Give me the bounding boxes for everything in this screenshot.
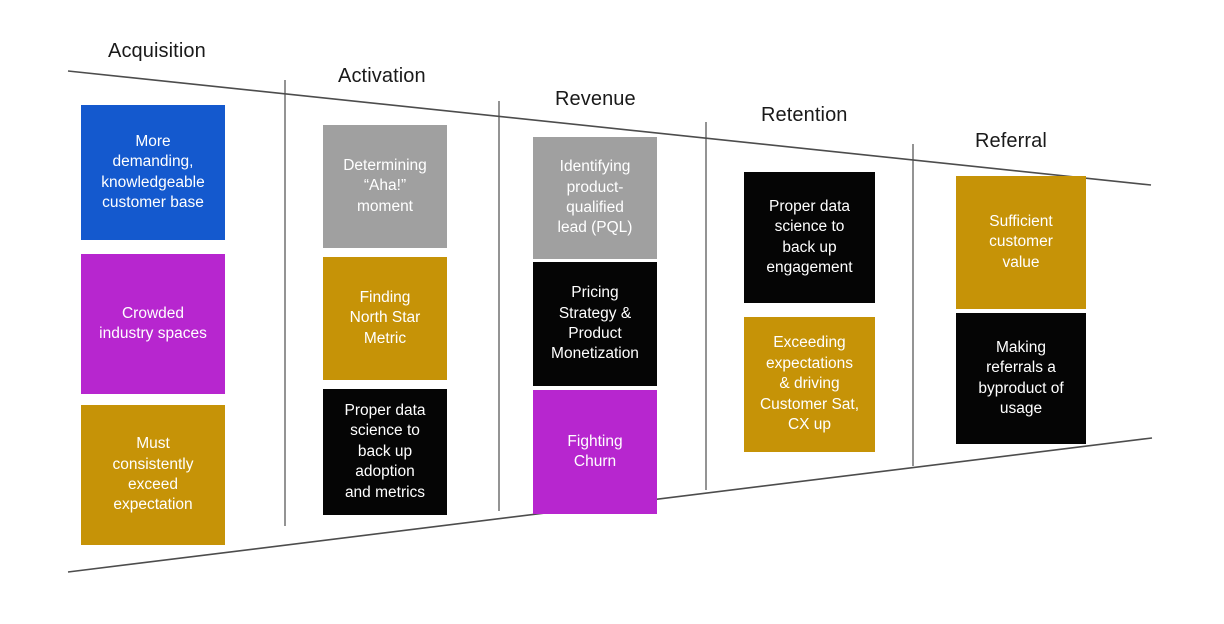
- card-must-consistently-exceed-expectation: Must consistently exceed expectation: [81, 405, 225, 545]
- card-text: Identifying product- qualified lead (PQL…: [557, 158, 633, 237]
- card-pricing-strategy-and-product-monetization: Pricing Strategy & Product Monetization: [533, 262, 657, 386]
- stage-label-revenue: Revenue: [555, 88, 636, 110]
- card-text: More demanding, knowledgeable customer b…: [101, 132, 205, 211]
- card-sufficient-customer-value: Sufficient customer value: [956, 176, 1086, 309]
- card-proper-data-science-to-back-up-engagement: Proper data science to back up engagemen…: [744, 172, 875, 303]
- card-fighting-churn: Fighting Churn: [533, 390, 657, 514]
- card-text: Pricing Strategy & Product Monetization: [551, 284, 639, 363]
- stage-label-activation: Activation: [338, 65, 426, 87]
- card-making-referrals-a-byproduct-of-usage: Making referrals a byproduct of usage: [956, 313, 1086, 444]
- card-text: Crowded industry spaces: [99, 304, 207, 342]
- card-determining-aha-moment: Determining “Aha!” moment: [323, 125, 447, 248]
- card-text: Sufficient customer value: [989, 212, 1053, 271]
- card-text: Exceeding expectations & driving Custome…: [759, 334, 860, 434]
- card-identifying-product-qualified-lead-pql: Identifying product- qualified lead (PQL…: [533, 137, 657, 259]
- card-finding-north-star-metric: Finding North Star Metric: [323, 257, 447, 380]
- funnel-diagram: Acquisition Activation Revenue Retention Ref…: [0, 0, 1224, 624]
- card-more-demanding-knowledgeable-customer-base: More demanding, knowledgeable customer b…: [81, 105, 225, 240]
- stage-label-acquisition: Acquisition: [108, 40, 206, 62]
- card-text: Fighting Churn: [567, 432, 623, 470]
- card-text: Determining “Aha!” moment: [343, 156, 427, 215]
- stage-label-referral: Referral: [975, 130, 1047, 152]
- card-proper-data-science-to-back-up-adoption-and-metrics: Proper data science to back up adoption …: [323, 389, 447, 515]
- card-text: Proper data science to back up engagemen…: [766, 197, 853, 276]
- card-text: Making referrals a byproduct of usage: [978, 338, 1064, 417]
- card-text: Proper data science to back up adoption …: [344, 401, 426, 501]
- stage-label-retention: Retention: [761, 104, 848, 126]
- card-text: Finding North Star Metric: [349, 288, 421, 347]
- card-exceeding-expectations-driving-customer-sat-cx-up: Exceeding expectations & driving Custome…: [744, 317, 875, 452]
- card-crowded-industry-spaces: Crowded industry spaces: [81, 254, 225, 394]
- card-text: Must consistently exceed expectation: [112, 435, 194, 514]
